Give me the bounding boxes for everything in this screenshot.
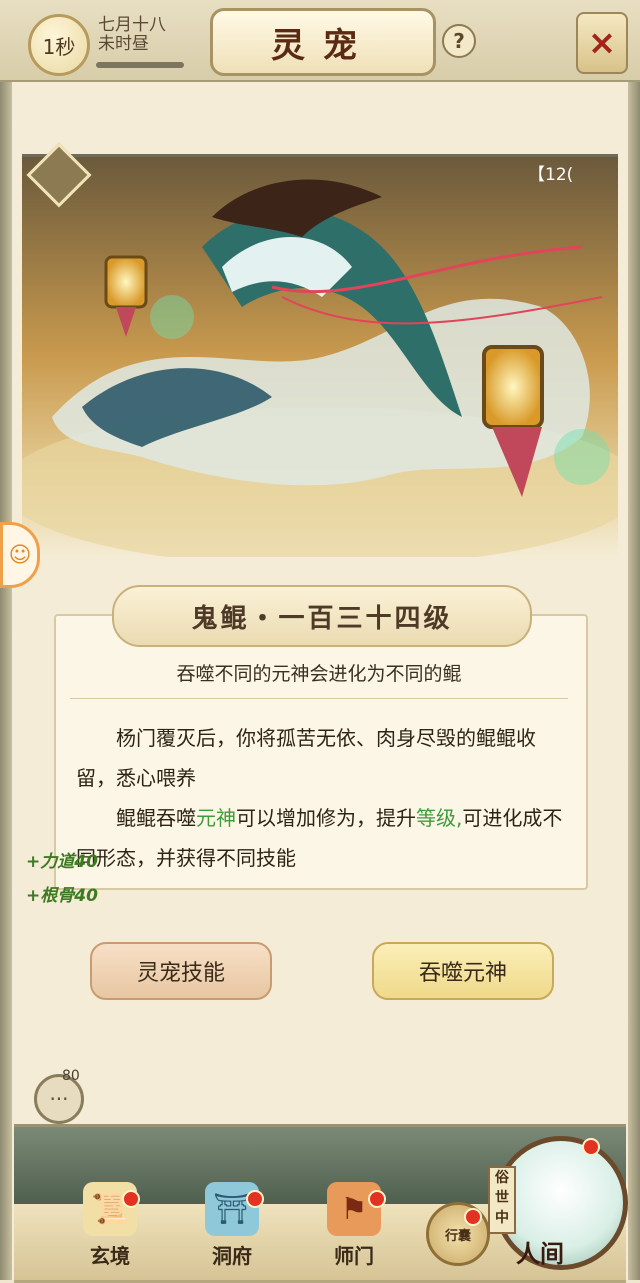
panel-divider bbox=[70, 698, 568, 699]
nav-label-xuanjing: 玄境 bbox=[90, 1244, 130, 1268]
stat-constitution: +根骨40 bbox=[26, 886, 98, 906]
notification-dot bbox=[122, 1190, 140, 1208]
time-speed-badge[interactable]: 1秒 bbox=[28, 14, 90, 76]
nav-label-dongfu: 洞府 bbox=[212, 1244, 252, 1268]
date-day: 七月十八 bbox=[98, 15, 166, 35]
page-title: 灵宠 bbox=[271, 25, 375, 66]
pet-description: 杨门覆灭后，你将孤苦无依、肉身尽毁的鲲鲲收留，悉心喂养 鲲鲲吞噬元神可以增加修为… bbox=[76, 718, 570, 878]
pet-skill-button[interactable]: 灵宠技能 bbox=[90, 942, 272, 1000]
pet-name-plate: 鬼鲲・一百三十四级 bbox=[112, 585, 532, 647]
desc-paragraph-2: 鲲鲲吞噬元神可以增加修为，提升等级,可进化成不同形态，并获得不同技能 bbox=[76, 806, 563, 870]
help-icon[interactable]: ? bbox=[442, 24, 476, 58]
nav-label-shimen: 师门 bbox=[334, 1244, 374, 1268]
desc-paragraph-1: 杨门覆灭后，你将孤苦无依、肉身尽毁的鲲鲲收留，悉心喂养 bbox=[76, 726, 536, 790]
close-icon[interactable]: × bbox=[576, 12, 628, 74]
game-date: 七月十八 未时昼 bbox=[98, 16, 166, 54]
world-label: 人间 bbox=[516, 1239, 564, 1268]
left-border bbox=[0, 70, 12, 1280]
pet-subtitle: 吞噬不同的元神会进化为不同的鲲 bbox=[176, 663, 462, 685]
stat-popups: +力道40 +根骨40 bbox=[26, 845, 98, 913]
date-period: 未时昼 bbox=[98, 34, 149, 54]
pet-name: 鬼鲲・一百三十四级 bbox=[191, 603, 453, 634]
keyword-yuanshen: 元神 bbox=[196, 806, 236, 830]
notification-dot bbox=[582, 1138, 600, 1156]
keyword-level: 等级, bbox=[416, 806, 463, 830]
notification-dot bbox=[246, 1190, 264, 1208]
artwork-counter: 【12( bbox=[528, 165, 574, 185]
notification-dot bbox=[464, 1208, 482, 1226]
stat-strength: +力道40 bbox=[26, 852, 98, 872]
devour-spirit-button[interactable]: 吞噬元神 bbox=[372, 942, 554, 1000]
date-progress-bar bbox=[96, 62, 184, 68]
title-plate: 灵宠 bbox=[210, 8, 436, 76]
right-border bbox=[628, 70, 640, 1280]
notification-dot bbox=[368, 1190, 386, 1208]
world-status-tag: 俗世中 bbox=[488, 1166, 516, 1234]
chat-count: 80 bbox=[62, 1068, 80, 1084]
pet-artwork bbox=[22, 154, 618, 557]
